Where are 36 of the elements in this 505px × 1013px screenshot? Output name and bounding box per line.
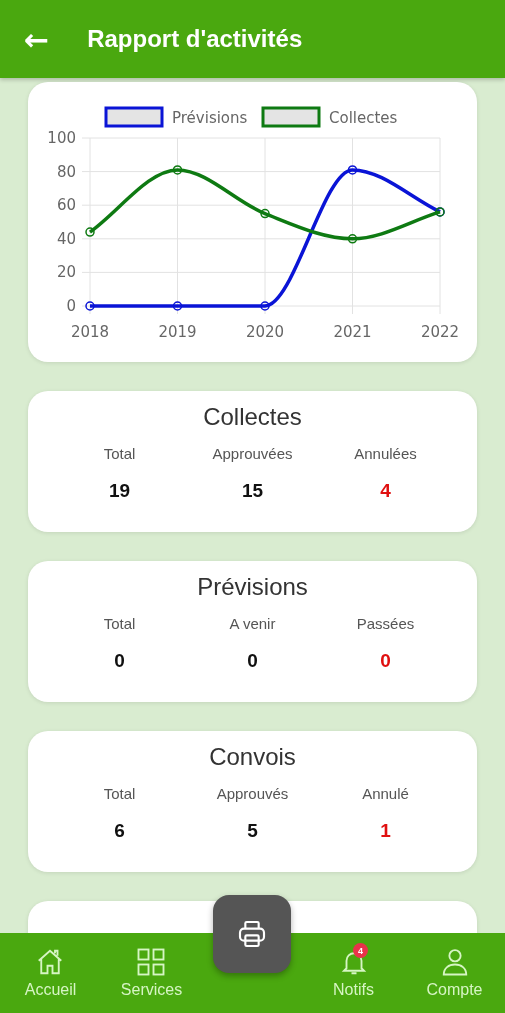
y-tick-label: 20	[56, 263, 76, 282]
stat-label: Annulé	[362, 785, 409, 802]
card-title: Prévisions	[197, 573, 308, 601]
stat-value: 4	[380, 480, 391, 502]
stat-value: 1	[380, 820, 391, 842]
stat-label: Total	[103, 615, 136, 632]
y-tick-label: 100	[47, 129, 76, 147]
x-tick-label: 2021	[333, 323, 372, 341]
x-tick-label: 2020	[245, 323, 285, 341]
x-tick-label: 2019	[158, 323, 197, 341]
x-tick-label: 2022	[420, 323, 460, 341]
card-title: Collectes	[203, 403, 302, 431]
stat-value: 0	[380, 650, 391, 672]
notification-badge: 4	[352, 943, 368, 958]
stat-value: 5	[247, 820, 258, 842]
x-tick-label: 2018	[70, 323, 110, 341]
stat-label: Annulées	[354, 445, 417, 462]
stat-label: A venir	[229, 615, 276, 632]
legend-label: Prévisions	[172, 109, 248, 127]
y-tick-label: 60	[56, 196, 76, 215]
page-title: Rapport d'activités	[87, 25, 303, 53]
card-title: Convois	[209, 743, 296, 771]
stat-value: 15	[241, 480, 264, 502]
stat-label: Approuvées	[212, 445, 293, 462]
stat-label: Total	[103, 785, 136, 802]
stat-label: Approuvés	[216, 785, 289, 802]
stat-value: 0	[247, 650, 258, 672]
stat-label: Total	[103, 445, 136, 462]
legend-label: Collectes	[329, 109, 398, 127]
stat-value: 0	[114, 650, 125, 672]
stat-value: 6	[114, 820, 125, 842]
stat-value: 19	[108, 480, 131, 502]
y-tick-label: 40	[56, 229, 76, 248]
stat-label: Passées	[356, 615, 415, 632]
y-tick-label: 80	[56, 162, 76, 181]
y-tick-label: 0	[66, 297, 76, 315]
